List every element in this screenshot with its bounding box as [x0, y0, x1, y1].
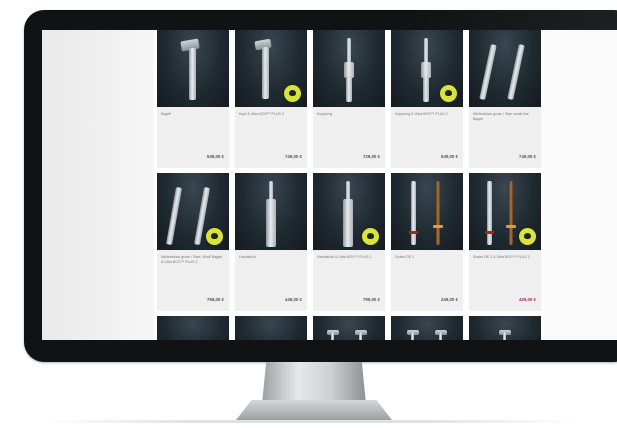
- product-image: [313, 316, 385, 340]
- ultra-bos-badge-icon: [519, 228, 536, 245]
- ultra-bos-badge-icon: [440, 85, 457, 102]
- product-image: [235, 316, 307, 340]
- product-price: 449,00 €: [284, 297, 302, 302]
- monitor-bezel: Bagell 549,00 € Kopf & Ultra BOS™ PLUS 2…: [24, 10, 617, 362]
- product-name: Kupplung: [317, 112, 333, 116]
- monitor-shadow: [40, 420, 580, 423]
- product-price: 749,00 €: [284, 154, 302, 159]
- product-grid: Bagell 549,00 € Kopf & Ultra BOS™ PLUS 2…: [157, 30, 541, 340]
- product-card[interactable]: Handstück 449,00 €: [235, 173, 307, 311]
- product-image: [391, 316, 463, 340]
- ultra-bos-badge-icon: [284, 85, 301, 102]
- ultra-bos-badge-icon: [362, 228, 379, 245]
- product-card[interactable]: Kupplung 729,00 €: [313, 30, 385, 168]
- product-name: Scaler DE 2: [395, 255, 415, 259]
- product-price: 749,00 €: [518, 154, 536, 159]
- product-price: 729,00 €: [362, 154, 380, 159]
- product-price: 549,00 €: [440, 154, 458, 159]
- product-name: Handstück & Ultra BOS™ PLUS 2: [317, 255, 372, 259]
- product-card[interactable]: Winkelstück gross / Starr small line Bag…: [469, 30, 541, 168]
- monitor-stand-neck: [262, 362, 366, 404]
- product-image: [157, 30, 229, 107]
- product-image: [157, 173, 229, 250]
- product-card[interactable]: Kopf & Ultra BOS™ PLUS 2 749,00 €: [235, 30, 307, 168]
- product-card[interactable]: Kupplung & Ultra BOS™ PLUS 2 549,00 €: [391, 30, 463, 168]
- product-image: [391, 173, 463, 250]
- product-price: 759,00 €: [206, 297, 224, 302]
- product-image: [313, 173, 385, 250]
- product-image: [313, 30, 385, 107]
- product-image: [469, 316, 541, 340]
- product-price: 249,00 €: [440, 297, 458, 302]
- product-image: [235, 30, 307, 107]
- product-price: 429,00 €: [518, 297, 536, 302]
- product-name: Kupplung & Ultra BOS™ PLUS 2: [395, 112, 448, 116]
- product-card[interactable]: Winkelstück gross / Starr, WinE Bagell &…: [157, 173, 229, 311]
- product-image: [235, 173, 307, 250]
- product-card[interactable]: Scaler DE 2 & Ultra BOS™ PLUS 2 429,00 €: [469, 173, 541, 311]
- product-name: Kopf & Ultra BOS™ PLUS 2: [239, 112, 284, 116]
- product-name: Handstück: [239, 255, 256, 259]
- right-pane: [544, 30, 617, 340]
- product-card[interactable]: Handstück & Ultra BOS™ PLUS 2 799,00 €: [313, 173, 385, 311]
- product-card[interactable]: Bagell 549,00 €: [157, 30, 229, 168]
- product-price: 549,00 €: [206, 154, 224, 159]
- sidebar: [42, 30, 154, 340]
- product-image: [469, 30, 541, 107]
- product-image: [391, 30, 463, 107]
- product-name: Bagell: [161, 112, 171, 116]
- product-card[interactable]: [469, 316, 541, 340]
- product-card[interactable]: Scaler DE 2 249,00 €: [391, 173, 463, 311]
- product-card[interactable]: [391, 316, 463, 340]
- product-list: Bagell 549,00 € Kopf & Ultra BOS™ PLUS 2…: [154, 30, 544, 340]
- product-image: [469, 173, 541, 250]
- product-name: Scaler DE 2 & Ultra BOS™ PLUS 2: [473, 255, 530, 259]
- product-card[interactable]: [313, 316, 385, 340]
- product-price: 799,00 €: [362, 297, 380, 302]
- product-card[interactable]: [235, 316, 307, 340]
- product-image: [157, 316, 229, 340]
- product-card[interactable]: [157, 316, 229, 340]
- product-name: Winkelstück gross / Starr small line Bag…: [473, 112, 529, 121]
- monitor-stand-base: [236, 400, 392, 420]
- monitor-screen: Bagell 549,00 € Kopf & Ultra BOS™ PLUS 2…: [42, 30, 617, 340]
- product-name: Winkelstück gross / Starr, WinE Bagell &…: [161, 255, 223, 264]
- ultra-bos-badge-icon: [206, 228, 223, 245]
